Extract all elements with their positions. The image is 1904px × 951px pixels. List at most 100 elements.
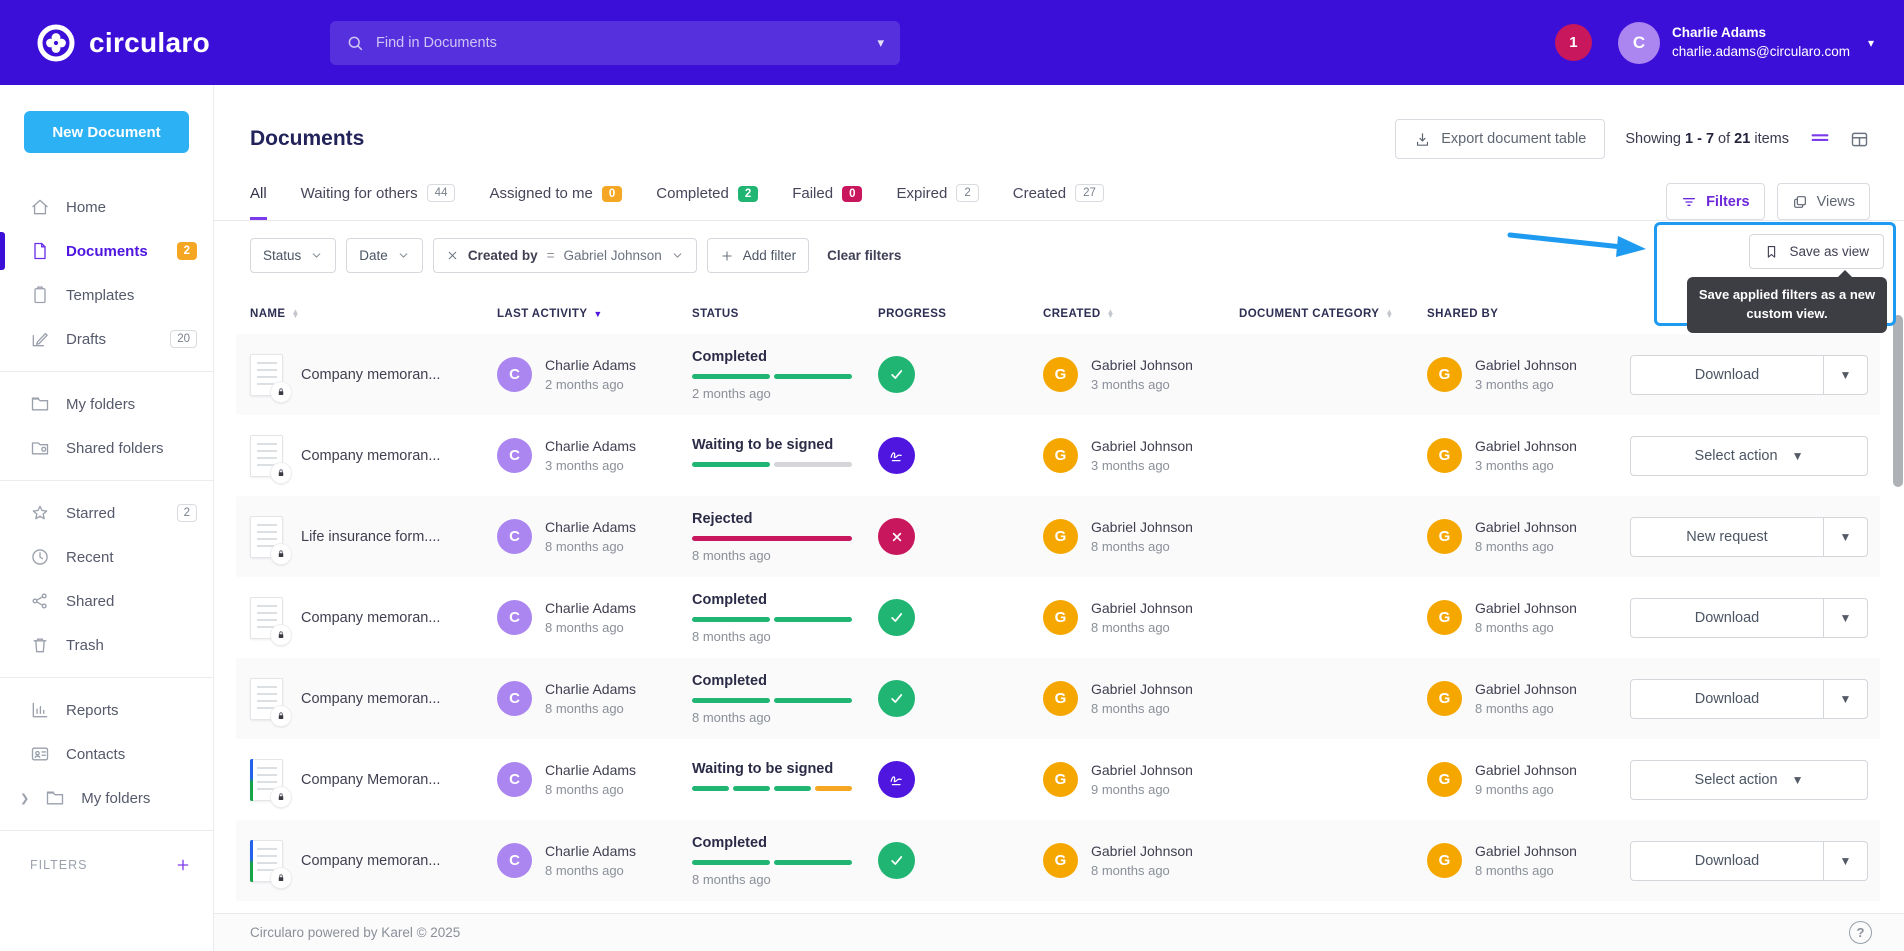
sidebar-item-recent[interactable]: Recent (0, 535, 213, 579)
sidebar-item-label: Shared folders (66, 439, 164, 457)
views-button-label: Views (1816, 193, 1855, 210)
tab-expired[interactable]: Expired 2 (896, 184, 979, 220)
document-name-cell[interactable]: Life insurance form.... (250, 515, 497, 564)
column-header-shared-by: SHARED BY (1427, 308, 1499, 320)
check-icon (891, 856, 903, 865)
action-dropdown-caret[interactable]: ▼ (1823, 517, 1867, 556)
progress-bar (692, 697, 852, 703)
chart-icon (32, 702, 48, 718)
action-dropdown-caret[interactable]: ▼ (1823, 598, 1867, 637)
table-row[interactable]: Company Memoran... C Charlie Adams 8 mon… (236, 739, 1880, 820)
tab-completed[interactable]: Completed 2 (656, 185, 759, 220)
select-action-button[interactable]: Select action ▼ (1630, 435, 1868, 476)
user-name: Gabriel Johnson (1091, 762, 1193, 778)
select-action-button[interactable]: Select action ▼ (1630, 759, 1868, 800)
filter-chip-date[interactable]: Date (346, 238, 423, 273)
document-name-cell[interactable]: Company memoran... (250, 677, 497, 726)
sidebar-item-documents[interactable]: Documents 2 (0, 229, 213, 273)
download-button[interactable]: Download (1631, 842, 1823, 880)
sidebar-item-templates[interactable]: Templates (0, 273, 213, 317)
tab-count-badge: 0 (601, 185, 623, 202)
help-button[interactable]: ? (1849, 921, 1872, 944)
filter-chip-add-filter[interactable]: Add filter (706, 238, 810, 273)
tab-label: Assigned to me (489, 185, 593, 202)
sidebar-item-trash[interactable]: Trash (0, 623, 213, 667)
table-row[interactable]: Company memoran... C Charlie Adams 8 mon… (236, 820, 1880, 901)
download-button[interactable]: Download (1631, 356, 1823, 394)
search-input[interactable] (375, 34, 868, 51)
remove-filter-button[interactable] (446, 249, 459, 262)
sidebar-badge: 2 (176, 504, 197, 522)
status-label: Completed (692, 591, 767, 608)
views-button[interactable]: Views (1776, 183, 1870, 220)
progress-bar (692, 462, 852, 467)
table-row[interactable]: Company memoran... C Charlie Adams 3 mon… (236, 415, 1880, 496)
document-name-cell[interactable]: Company memoran... (250, 596, 497, 645)
new-document-button[interactable]: New Document (24, 111, 189, 153)
avatar: G (1427, 843, 1462, 878)
avatar: G (1427, 438, 1462, 473)
avatar: G (1427, 519, 1462, 554)
filters-button[interactable]: Filters (1666, 183, 1765, 220)
document-name-cell[interactable]: Company memoran... (250, 434, 497, 483)
export-document-table-button[interactable]: Export document table (1395, 119, 1606, 159)
sidebar-item-contacts[interactable]: Contacts (0, 732, 213, 776)
tab-count-badge: 2 (956, 184, 979, 202)
action-dropdown-caret[interactable]: ▼ (1823, 355, 1867, 394)
column-header-created[interactable]: CREATED ▲ ▼ (1043, 307, 1239, 320)
filter-chip-status[interactable]: Status (250, 238, 337, 273)
sidebar-item-my-folders[interactable]: My folders (0, 382, 213, 426)
notification-badge[interactable]: 1 (1554, 24, 1592, 61)
brand-logo[interactable]: circularo (36, 23, 210, 63)
action-dropdown-caret[interactable]: ▼ (1823, 679, 1867, 718)
tab-failed[interactable]: Failed 0 (792, 185, 863, 220)
time-ago: 8 months ago (545, 620, 624, 635)
shared-by-cell: G Gabriel Johnson 8 months ago (1427, 519, 1620, 554)
clear-filters-button[interactable]: Clear filters (827, 248, 901, 263)
grid-view-button[interactable] (1849, 129, 1870, 150)
sidebar-item-my-folders-2[interactable]: ❯ My folders (0, 776, 213, 820)
status-time: 8 months ago (692, 628, 771, 644)
save-as-view-button[interactable]: Save as view (1749, 234, 1884, 269)
tab-all[interactable]: All (250, 185, 267, 220)
search-scope-caret-icon[interactable]: ▾ (867, 35, 884, 51)
sidebar-item-drafts[interactable]: Drafts 20 (0, 317, 213, 361)
progress-cell (878, 761, 1043, 798)
tab-assigned-to-me[interactable]: Assigned to me 0 (489, 185, 623, 220)
table-row[interactable]: Company memoran... C Charlie Adams 8 mon… (236, 658, 1880, 739)
new-request-button[interactable]: New request (1631, 518, 1823, 556)
global-search[interactable]: ▾ (329, 20, 900, 65)
document-name-cell[interactable]: Company Memoran... (250, 758, 497, 807)
tab-created[interactable]: Created 27 (1013, 184, 1104, 220)
avatar: G (1427, 762, 1462, 797)
list-view-button[interactable] (1809, 128, 1831, 150)
sidebar-item-starred[interactable]: Starred 2 (0, 491, 213, 535)
document-name-cell[interactable]: Company memoran... (250, 839, 497, 888)
created-cell: G Gabriel Johnson 8 months ago (1043, 519, 1239, 554)
add-filter-section-button[interactable] (175, 857, 191, 873)
sidebar-item-home[interactable]: Home (0, 185, 213, 229)
sidebar-item-shared-folders[interactable]: Shared folders (0, 426, 213, 470)
scrollbar-thumb[interactable] (1893, 315, 1903, 487)
column-header-name[interactable]: NAME ▲ ▼ (250, 307, 497, 320)
column-header-document-category[interactable]: DOCUMENT CATEGORY ▲ ▼ (1239, 307, 1427, 320)
sidebar-item-label: Starred (66, 504, 116, 522)
document-name-cell[interactable]: Company memoran... (250, 353, 497, 402)
download-button[interactable]: Download (1631, 680, 1823, 718)
sidebar-item-shared[interactable]: Shared (0, 579, 213, 623)
time-ago: 8 months ago (1475, 863, 1554, 878)
action-dropdown-caret[interactable]: ▼ (1823, 841, 1867, 880)
sidebar-divider (0, 480, 213, 481)
sidebar-item-reports[interactable]: Reports (0, 688, 213, 732)
table-row[interactable]: Company memoran... C Charlie Adams 2 mon… (236, 334, 1880, 415)
filter-chip-created-by[interactable]: Created by = Gabriel Johnson (432, 238, 697, 273)
column-header-last-activity[interactable]: LAST ACTIVITY ▼ (497, 308, 692, 320)
main-content: Documents Export document table Showing … (214, 85, 1904, 951)
table-row[interactable]: Life insurance form.... C Charlie Adams … (236, 496, 1880, 577)
user-menu[interactable]: C Charlie Adams charlie.adams@circularo.… (1617, 21, 1874, 64)
time-ago: 3 months ago (1475, 377, 1554, 392)
tab-waiting-for-others[interactable]: Waiting for others 44 (301, 184, 456, 220)
table-row[interactable]: Company memoran... C Charlie Adams 8 mon… (236, 577, 1880, 658)
folder-icon (31, 397, 49, 411)
download-button[interactable]: Download (1631, 599, 1823, 637)
